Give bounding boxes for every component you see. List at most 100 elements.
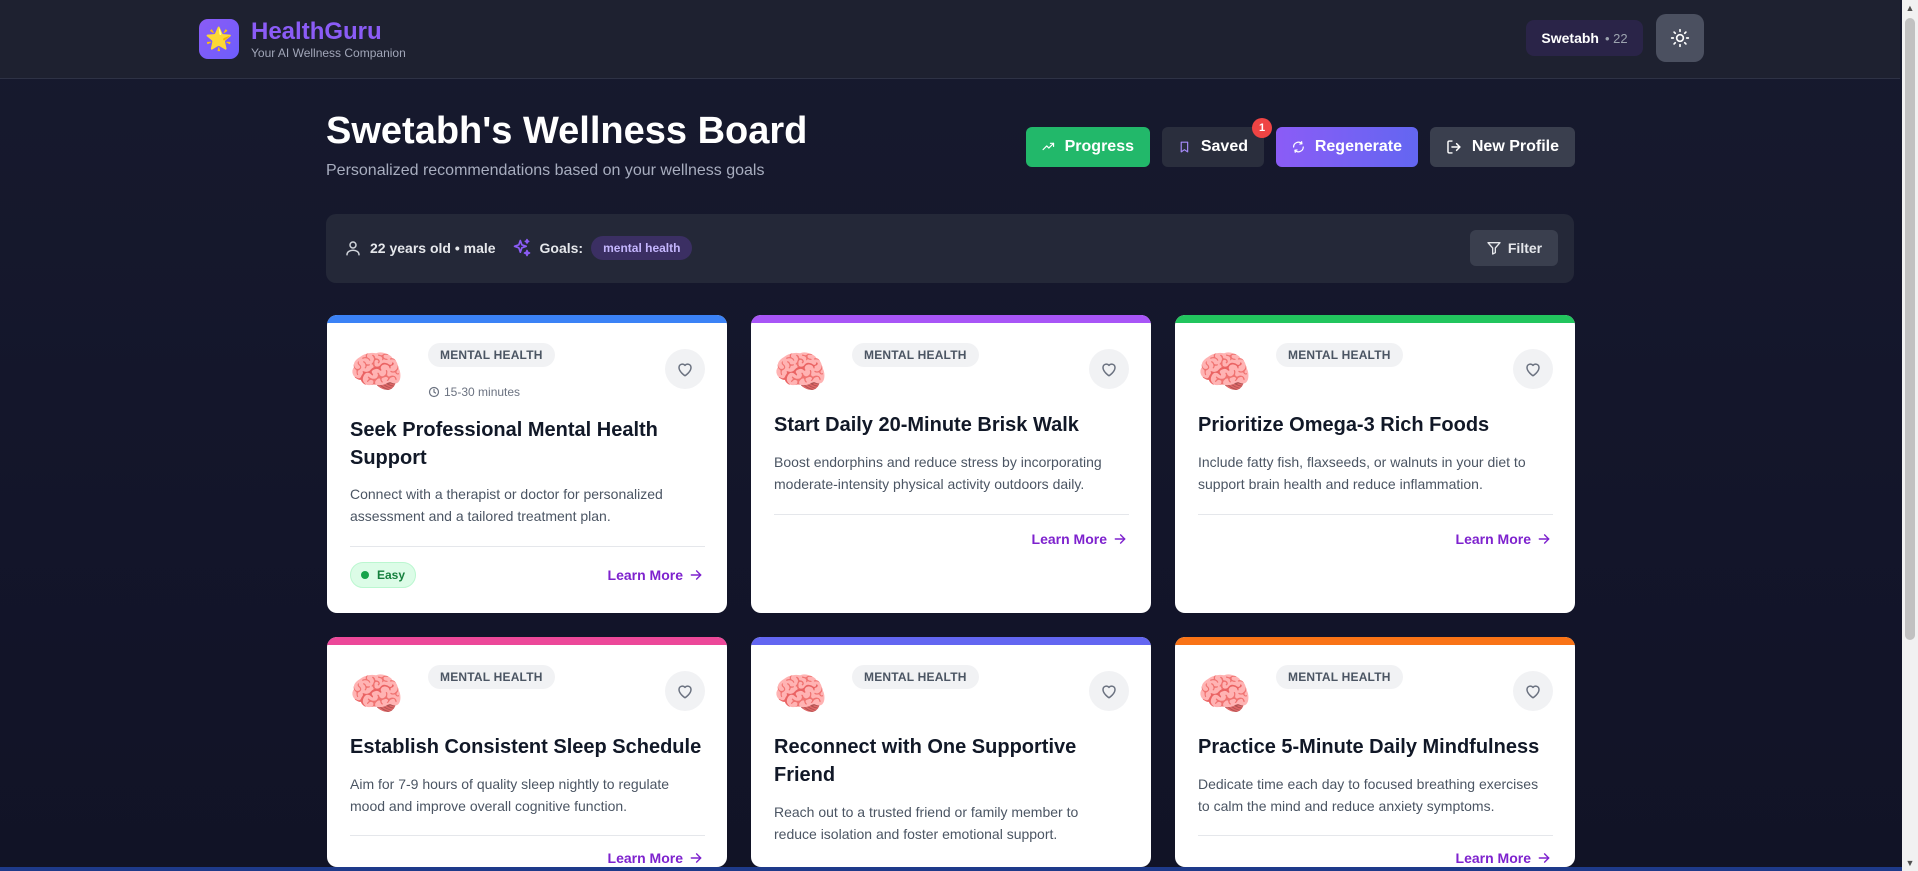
profile-details: 22 years old • male	[344, 239, 496, 257]
recommendation-card[interactable]: 🧠 MENTAL HEALTH Practice 5-Minute Daily …	[1175, 637, 1575, 867]
learn-more-link[interactable]: Learn More	[608, 850, 703, 866]
brain-icon: 🧠	[349, 670, 404, 719]
difficulty-text: Easy	[377, 568, 406, 582]
card-divider	[1198, 514, 1553, 515]
learn-more-label: Learn More	[607, 850, 683, 866]
scroll-up-arrow-icon[interactable]: ▲	[1902, 0, 1918, 16]
card-title: Start Daily 20-Minute Brisk Walk	[774, 414, 1079, 436]
category-tag: MENTAL HEALTH	[428, 665, 555, 689]
brain-icon: 🧠	[1197, 670, 1252, 719]
recommendation-card[interactable]: 🧠 MENTAL HEALTH Prioritize Omega-3 Rich …	[1175, 315, 1575, 613]
card-description: Aim for 7-9 hours of quality sleep night…	[350, 776, 670, 814]
saved-button-label: Saved	[1200, 138, 1248, 155]
sun-icon	[1670, 28, 1690, 48]
card-description: Dedicate time each day to focused breath…	[1198, 776, 1539, 814]
favorite-button[interactable]	[665, 671, 705, 711]
profile-summary-bar: 22 years old • male Goals: mental health…	[326, 214, 1574, 283]
card-description: Connect with a therapist or doctor for p…	[350, 486, 663, 524]
arrow-right-icon	[690, 570, 702, 580]
bottom-strip	[0, 867, 1902, 871]
learn-more-link[interactable]: Learn More	[1456, 531, 1551, 547]
heart-icon	[1102, 685, 1116, 699]
arrow-right-icon	[1538, 853, 1550, 863]
scroll-down-arrow-icon[interactable]: ▼	[1902, 855, 1918, 871]
trending-up-icon	[1042, 142, 1055, 151]
page-subtitle: Personalized recommendations based on yo…	[326, 162, 765, 179]
card-description: Include fatty fish, flaxseeds, or walnut…	[1198, 454, 1526, 492]
card-accent-bar	[327, 637, 727, 645]
brand-name: HealthGuru	[251, 18, 382, 45]
recommendation-card[interactable]: 🧠 MENTAL HEALTH Start Daily 20-Minute Br…	[751, 315, 1151, 613]
brand-logo-icon: 🌟	[199, 19, 239, 59]
user-name: Swetabh	[1541, 30, 1599, 46]
scrollbar-thumb[interactable]	[1905, 18, 1915, 640]
category-tag: MENTAL HEALTH	[852, 343, 979, 367]
regenerate-button[interactable]: Regenerate	[1276, 127, 1418, 167]
favorite-button[interactable]	[1513, 671, 1553, 711]
recommendation-card[interactable]: 🧠 MENTAL HEALTH Establish Consistent Sle…	[327, 637, 727, 867]
new-profile-button-label: New Profile	[1471, 138, 1559, 155]
saved-button[interactable]: Saved 1	[1162, 118, 1272, 167]
new-profile-button[interactable]: New Profile	[1430, 127, 1575, 167]
difficulty-badge: Easy	[350, 562, 417, 588]
card-description: Reach out to a trusted friend or family …	[774, 804, 1079, 842]
goal-pill: mental health	[591, 236, 693, 260]
user-icon	[346, 241, 360, 256]
progress-button[interactable]: Progress	[1026, 127, 1150, 167]
card-accent-bar	[751, 315, 1151, 323]
progress-button-label: Progress	[1064, 138, 1134, 155]
user-chip[interactable]: Swetabh • 22	[1526, 20, 1643, 56]
card-accent-bar	[1175, 315, 1575, 323]
page-title: Swetabh's Wellness Board	[326, 110, 808, 152]
duration: 15-30 minutes	[428, 385, 520, 399]
brand[interactable]: 🌟 HealthGuru Your AI Wellness Companion	[199, 18, 406, 60]
card-accent-bar	[1175, 637, 1575, 645]
card-divider	[1198, 835, 1553, 836]
brain-icon: 🧠	[773, 670, 828, 719]
learn-more-link[interactable]: Learn More	[608, 567, 703, 583]
vertical-scrollbar[interactable]: ▲ ▼	[1902, 0, 1918, 871]
card-divider	[350, 835, 705, 836]
filter-button[interactable]: Filter	[1470, 230, 1558, 266]
learn-more-link[interactable]: Learn More	[1032, 531, 1127, 547]
sparkles-icon	[513, 238, 530, 257]
arrow-right-icon	[1114, 534, 1126, 544]
heart-icon	[1526, 363, 1540, 377]
brand-text: HealthGuru Your AI Wellness Companion	[251, 18, 406, 60]
duration-text: 15-30 minutes	[444, 385, 521, 399]
profile-age-gender: 22 years old • male	[370, 240, 496, 256]
heart-icon	[678, 363, 692, 377]
favorite-button[interactable]	[665, 349, 705, 389]
favorite-button[interactable]	[1089, 671, 1129, 711]
card-title: Seek Professional Mental Health Support	[350, 419, 658, 469]
card-title: Prioritize Omega-3 Rich Foods	[1198, 414, 1490, 436]
goals-section: Goals: mental health	[512, 236, 693, 260]
card-title: Practice 5-Minute Daily Mindfulness	[1198, 736, 1540, 758]
goals-label: Goals:	[539, 240, 584, 256]
recommendation-card[interactable]: 🧠 MENTAL HEALTH Reconnect with One Suppo…	[751, 637, 1151, 867]
category-tag: MENTAL HEALTH	[428, 343, 555, 367]
arrow-right-icon	[690, 853, 702, 863]
board-actions: Progress Saved 1 Regenerate New Profile	[1026, 118, 1575, 167]
brain-icon: 🧠	[1197, 348, 1252, 397]
bookmark-icon	[1180, 141, 1189, 153]
brain-icon: 🧠	[349, 348, 404, 397]
card-accent-bar	[327, 315, 727, 323]
recommendation-card[interactable]: 🧠 MENTAL HEALTH 15-30 minutes Seek Profe…	[327, 315, 727, 613]
saved-count-badge: 1	[1252, 118, 1272, 138]
logout-icon	[1447, 140, 1461, 154]
brand-tagline: Your AI Wellness Companion	[251, 46, 406, 60]
learn-more-link[interactable]: Learn More	[1456, 850, 1551, 866]
card-description: Boost endorphins and reduce stress by in…	[774, 454, 1102, 492]
profile-summary: 22 years old • male Goals: mental health	[344, 236, 693, 260]
favorite-button[interactable]	[1089, 349, 1129, 389]
favorite-button[interactable]	[1513, 349, 1553, 389]
regenerate-button-label: Regenerate	[1314, 138, 1402, 155]
learn-more-label: Learn More	[1455, 850, 1531, 866]
theme-toggle-button[interactable]	[1656, 14, 1704, 62]
clock-icon	[428, 386, 440, 398]
top-navigation-bar: 🌟 HealthGuru Your AI Wellness Companion …	[0, 0, 1900, 79]
difficulty-dot	[361, 571, 369, 579]
category-tag: MENTAL HEALTH	[1276, 665, 1403, 689]
heart-icon	[678, 685, 692, 699]
